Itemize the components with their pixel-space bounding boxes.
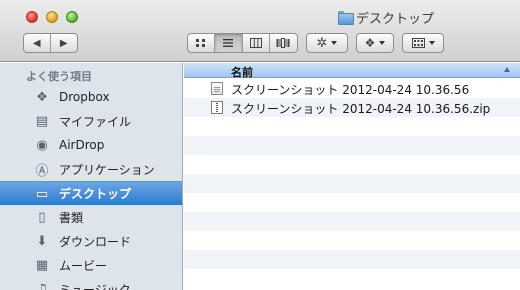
window-title-area: デスクトップ: [338, 9, 435, 27]
sidebar-item-music[interactable]: ♫ ミュージック: [0, 277, 182, 290]
coverflow-view-button[interactable]: [270, 34, 297, 52]
empty-row: [184, 193, 520, 212]
sidebar-item-applications[interactable]: Ⓐ アプリケーション: [0, 157, 182, 181]
close-window-button[interactable]: [26, 11, 38, 23]
sort-ascending-icon: [504, 67, 510, 72]
empty-row: [184, 136, 520, 155]
column-view-button[interactable]: [243, 34, 270, 52]
icon-view-icon: [196, 39, 206, 47]
zoom-window-button[interactable]: [66, 11, 78, 23]
window-title: デスクトップ: [356, 11, 435, 27]
icon-view-button[interactable]: [188, 34, 216, 52]
image-file-icon: [211, 82, 223, 95]
airdrop-icon: ◉: [36, 137, 48, 153]
dropbox-icon: ❖: [36, 89, 48, 105]
chevron-down-icon: [379, 41, 386, 45]
dropbox-menu-button[interactable]: ❖: [356, 33, 394, 53]
coverflow-view-icon: [276, 38, 290, 48]
list-view-button[interactable]: [215, 34, 243, 52]
sidebar: よく使う項目 ❖ Dropbox ▤ マイファイル ◉ AirDrop Ⓐ アプ…: [0, 63, 183, 290]
column-view-icon: [249, 38, 262, 48]
sidebar-item-label: ダウンロード: [59, 234, 132, 249]
minimize-window-button[interactable]: [46, 11, 58, 23]
sidebar-item-downloads[interactable]: ⬇ ダウンロード: [0, 229, 182, 253]
window-toolbar: デスクトップ ◀ ▶ ✲ ❖: [0, 0, 520, 62]
sidebar-item-label: マイファイル: [59, 114, 132, 129]
sidebar-item-desktop[interactable]: ▭ デスクトップ: [0, 181, 182, 205]
documents-icon: ▯: [38, 209, 46, 225]
list-view-icon: [223, 39, 234, 47]
sidebar-item-label: アプリケーション: [59, 162, 155, 177]
file-name: スクリーンショット 2012-04-24 10.36.56.zip: [231, 102, 491, 116]
chevron-down-icon: [331, 41, 338, 45]
sidebar-item-label: Dropbox: [59, 90, 110, 104]
sidebar-item-label: デスクトップ: [59, 187, 132, 201]
empty-row: [184, 117, 520, 136]
forward-arrow-icon: ▶: [59, 37, 68, 49]
applications-icon: Ⓐ: [35, 163, 49, 179]
sidebar-item-all-my-files[interactable]: ▤ マイファイル: [0, 109, 182, 133]
column-header-label: 名前: [231, 66, 253, 79]
sidebar-item-documents[interactable]: ▯ 書類: [0, 205, 182, 229]
arrange-icon: [411, 38, 425, 48]
chevron-down-icon: [428, 41, 435, 45]
action-menu-button[interactable]: ✲: [306, 33, 348, 53]
file-name: スクリーンショット 2012-04-24 10.36.56: [231, 83, 470, 97]
downloads-icon: ⬇: [36, 233, 48, 249]
file-list-pane: 名前 スクリーンショット 2012-04-24 10.36.56 スクリーンショ…: [184, 63, 520, 290]
file-row[interactable]: スクリーンショット 2012-04-24 10.36.56.zip: [184, 98, 520, 117]
empty-row: [184, 174, 520, 193]
zip-file-icon: [211, 101, 223, 114]
sidebar-heading-favorites: よく使う項目: [26, 70, 92, 83]
back-forward-control: ◀ ▶: [23, 33, 78, 53]
dropbox-icon: ❖: [364, 36, 376, 50]
sidebar-item-airdrop[interactable]: ◉ AirDrop: [0, 133, 182, 157]
sidebar-item-label: ムービー: [59, 258, 108, 273]
folder-icon: [338, 11, 354, 25]
sidebar-item-dropbox[interactable]: ❖ Dropbox: [0, 85, 182, 109]
back-arrow-icon: ◀: [32, 37, 41, 49]
music-icon: ♫: [36, 281, 48, 290]
forward-button[interactable]: ▶: [51, 34, 77, 52]
gear-icon: ✲: [316, 35, 328, 51]
empty-row: [184, 250, 520, 269]
all-my-files-icon: ▤: [35, 113, 49, 129]
sidebar-item-movies[interactable]: ▦ ムービー: [0, 253, 182, 277]
sidebar-item-label: 書類: [59, 210, 84, 225]
empty-row: [184, 155, 520, 174]
movies-icon: ▦: [35, 257, 49, 273]
empty-row: [184, 269, 520, 288]
sidebar-item-label: AirDrop: [59, 138, 105, 152]
sidebar-item-label: ミュージック: [59, 282, 131, 290]
desktop-icon: ▭: [35, 186, 49, 202]
view-mode-control: [187, 33, 298, 53]
name-column-header[interactable]: 名前: [184, 63, 520, 79]
empty-row: [184, 231, 520, 250]
back-button[interactable]: ◀: [24, 34, 51, 52]
arrange-menu-button[interactable]: [402, 33, 444, 53]
empty-row: [184, 212, 520, 231]
file-row[interactable]: スクリーンショット 2012-04-24 10.36.56: [184, 79, 520, 98]
